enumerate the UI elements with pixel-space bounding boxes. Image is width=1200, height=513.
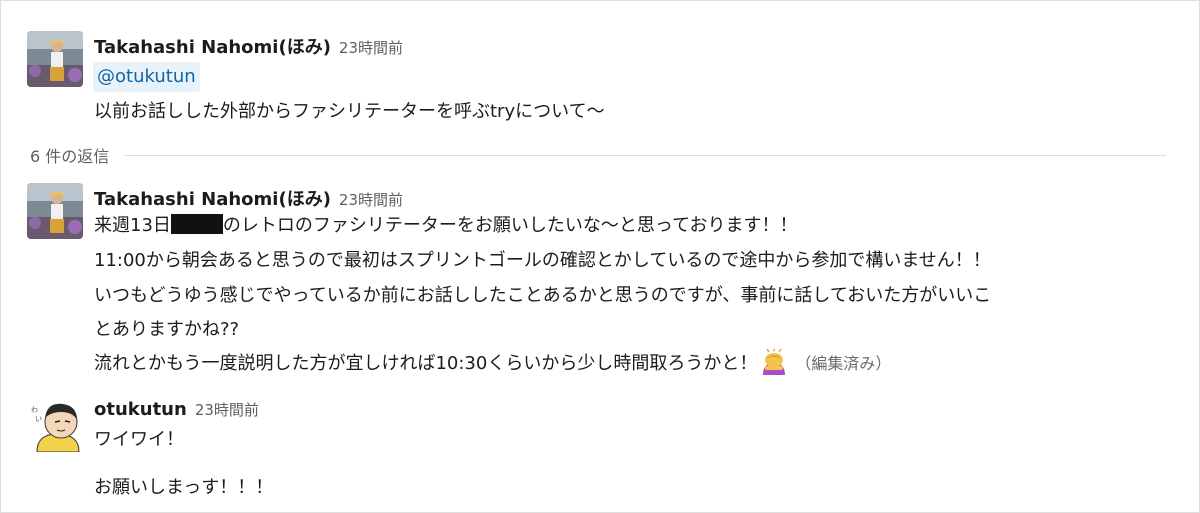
reply-1-line-3: いつもどうゆう感じでやっているか前にお話ししたことあるかと思うのですが、事前に話… bbox=[94, 285, 992, 306]
svg-text:い: い bbox=[35, 415, 42, 423]
person-bowing-emoji-icon bbox=[759, 348, 789, 375]
reply-1-line-1: 来週13日 のレトロのファシリテーターをお願いしたいな〜と思っております！！ bbox=[94, 214, 797, 238]
avatar-otukutun[interactable]: わ い bbox=[27, 396, 83, 452]
reply-1-line-5-text: 流れとかもう一度説明した方が宜しければ10:30くらいから少し時間取ろうかと！ bbox=[94, 353, 758, 374]
reply-count-divider: 6 件の返信 bbox=[30, 143, 1166, 167]
reply-2-line-1: ワイワイ！ bbox=[94, 429, 184, 450]
reply-1-line-4: とありますかね?? bbox=[94, 319, 240, 340]
mention-link[interactable]: @otukutun bbox=[93, 62, 200, 92]
redaction-block bbox=[170, 214, 223, 234]
reply-1-line-5: 流れとかもう一度説明した方が宜しければ10:30くらいから少し時間取ろうかと！ … bbox=[94, 348, 892, 376]
reply-count: 6 件の返信 bbox=[30, 147, 110, 166]
author-name[interactable]: otukutun bbox=[94, 399, 187, 420]
timestamp[interactable]: 23時間前 bbox=[195, 399, 259, 420]
reply-2-line-2: お願いしまっす！！！ bbox=[94, 477, 274, 498]
divider-line bbox=[125, 154, 1166, 156]
parent-message-header: Takahashi Nahomi(ほみ) 23時間前 bbox=[94, 33, 403, 59]
parent-message-text: 以前お話しした外部からファシリテーターを呼ぶtryについて〜 bbox=[94, 101, 605, 122]
avatar-takahashi[interactable] bbox=[27, 31, 83, 87]
edited-label: （編集済み） bbox=[795, 354, 892, 373]
reply-1-line-2: 11:00から朝会あると思うので最初はスプリントゴールの確認とかしているので途中… bbox=[94, 250, 991, 271]
timestamp[interactable]: 23時間前 bbox=[339, 189, 403, 210]
author-name[interactable]: Takahashi Nahomi(ほみ) bbox=[94, 33, 331, 59]
svg-text:わ: わ bbox=[31, 406, 38, 414]
reply-1-line-1-after: のレトロのファシリテーターをお願いしたいな〜と思っております！！ bbox=[222, 215, 798, 236]
author-name[interactable]: Takahashi Nahomi(ほみ) bbox=[94, 185, 331, 211]
reply-1-header: Takahashi Nahomi(ほみ) 23時間前 bbox=[94, 185, 403, 211]
avatar-takahashi[interactable] bbox=[27, 183, 83, 239]
reply-1-line-1-before: 来週13日 bbox=[94, 215, 171, 236]
timestamp[interactable]: 23時間前 bbox=[339, 37, 403, 58]
reply-2-header: otukutun 23時間前 bbox=[94, 399, 259, 420]
